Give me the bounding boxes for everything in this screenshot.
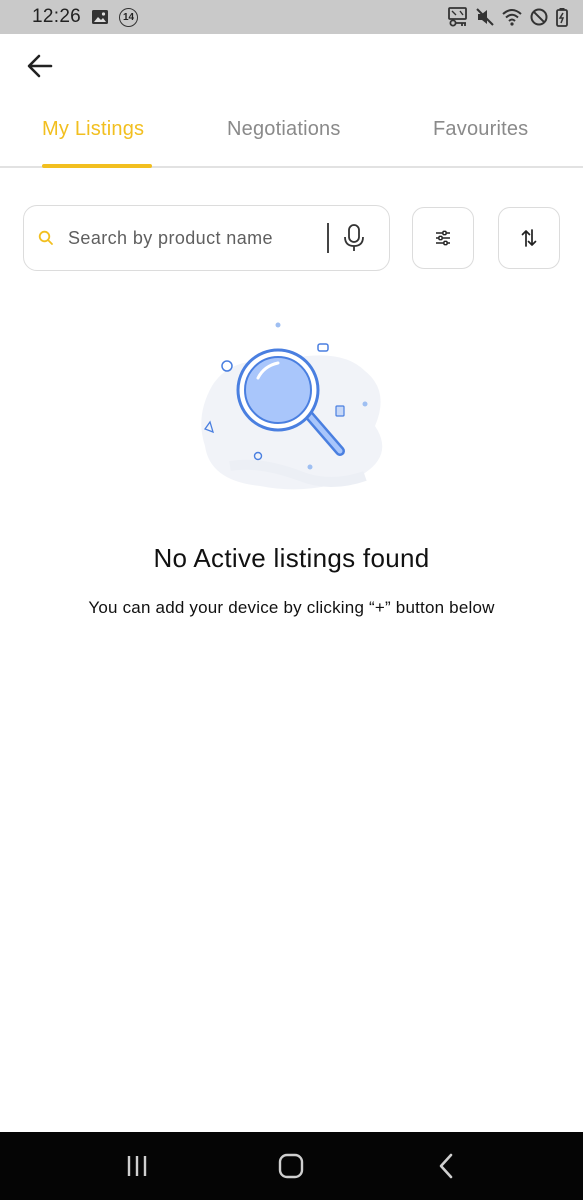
- back-button[interactable]: [24, 50, 56, 82]
- tab-bar: My Listings Negotiations Favourites: [0, 98, 583, 168]
- status-time: 12:26: [32, 6, 82, 27]
- notification-count-badge: 14: [119, 7, 139, 27]
- system-nav-bar: [0, 1132, 583, 1200]
- tab-favourites[interactable]: Favourites: [433, 118, 528, 141]
- empty-state-subtitle: You can add your device by clicking “+” …: [88, 598, 495, 617]
- wifi-icon: [501, 7, 523, 27]
- app-bar: [0, 34, 583, 98]
- tab-negotiations[interactable]: Negotiations: [227, 118, 341, 141]
- filter-button[interactable]: [412, 207, 474, 269]
- mic-icon: [344, 224, 364, 251]
- active-tab-indicator: [42, 164, 152, 168]
- search-input[interactable]: [68, 227, 323, 249]
- tab-my-listings[interactable]: My Listings: [42, 118, 144, 141]
- recents-button[interactable]: [115, 1144, 159, 1188]
- sort-arrows-icon: [521, 229, 537, 247]
- voice-search-button[interactable]: [337, 221, 371, 255]
- sliders-icon: [436, 230, 450, 246]
- home-icon: [279, 1153, 304, 1179]
- empty-state-title: No Active listings found: [153, 543, 430, 573]
- system-back-button[interactable]: [424, 1144, 468, 1188]
- search-box: [23, 205, 390, 271]
- search-divider: [327, 223, 329, 253]
- sort-button[interactable]: [498, 207, 560, 269]
- battery-icon: [555, 7, 569, 27]
- empty-search-illustration: [201, 322, 383, 490]
- back-chevron-icon: [439, 1153, 453, 1179]
- status-left: 12:26 14: [32, 6, 139, 28]
- status-right: [447, 7, 569, 27]
- vpn-key-icon: [447, 7, 469, 27]
- arrow-left-icon: [27, 54, 53, 78]
- mute-icon: [475, 7, 495, 27]
- status-bar: 12:26 14: [0, 0, 583, 34]
- do-not-disturb-icon: [529, 7, 549, 27]
- image-icon: [91, 9, 109, 25]
- search-icon: [38, 230, 54, 246]
- home-button[interactable]: [269, 1144, 313, 1188]
- recents-icon: [127, 1156, 147, 1176]
